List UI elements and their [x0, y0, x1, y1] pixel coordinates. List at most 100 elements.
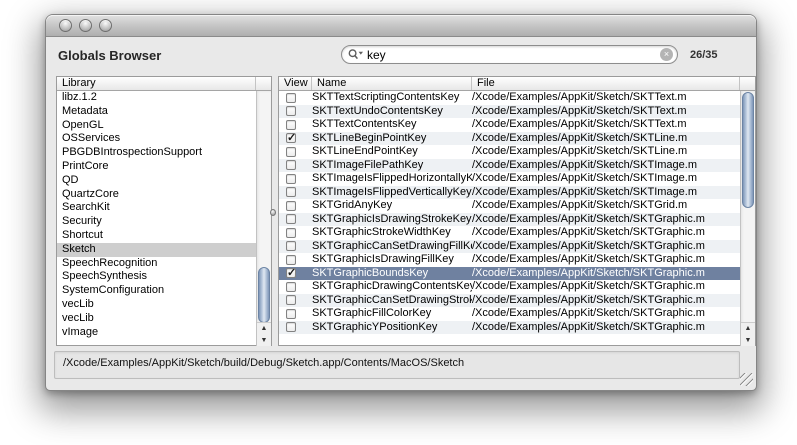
table-row[interactable]: ✓SKTGraphicBoundsKey/Xcode/Examples/AppK… [279, 267, 740, 281]
global-file: /Xcode/Examples/AppKit/Sketch/SKTGraphic… [472, 253, 740, 267]
sidebar-item-speechrecognition[interactable]: SpeechRecognition [57, 257, 256, 271]
globals-pane: View Name File SKTTextScriptingContentsK… [278, 76, 756, 346]
minimize-button[interactable] [79, 19, 92, 32]
search-icon[interactable] [347, 48, 364, 61]
view-checkbox[interactable] [286, 255, 296, 265]
table-row[interactable]: SKTGraphicIsDrawingFillKey/Xcode/Example… [279, 253, 740, 267]
global-name: SKTGraphicIsDrawingFillKey [312, 253, 472, 267]
sidebar-item-pbgdbintrospectionsupport[interactable]: PBGDBIntrospectionSupport [57, 146, 256, 160]
sidebar-item-sketch[interactable]: Sketch [57, 243, 256, 257]
global-file: /Xcode/Examples/AppKit/Sketch/SKTGraphic… [472, 294, 740, 308]
globals-browser-window: Globals Browser × 26/35 Library libz.1.2… [45, 14, 757, 391]
scroll-up-icon[interactable]: ▲ [741, 323, 755, 335]
table-row[interactable]: SKTTextContentsKey/Xcode/Examples/AppKit… [279, 118, 740, 132]
search-field[interactable]: × [341, 45, 678, 64]
sidebar-item-systemconfiguration[interactable]: SystemConfiguration [57, 284, 256, 298]
sidebar-item-quartzcore[interactable]: QuartzCore [57, 188, 256, 202]
sidebar-item-speechsynthesis[interactable]: SpeechSynthesis [57, 270, 256, 284]
table-row[interactable]: SKTImageFilePathKey/Xcode/Examples/AppKi… [279, 159, 740, 173]
table-row[interactable]: SKTTextScriptingContentsKey/Xcode/Exampl… [279, 91, 740, 105]
globals-table-body: SKTTextScriptingContentsKey/Xcode/Exampl… [279, 91, 740, 346]
view-checkbox[interactable] [286, 187, 296, 197]
table-row[interactable]: SKTGraphicCanSetDrawingStrokeKey/Xcode/E… [279, 294, 740, 308]
table-row[interactable]: ✓SKTLineBeginPointKey/Xcode/Examples/App… [279, 132, 740, 146]
table-row[interactable]: SKTGraphicDrawingContentsKey/Xcode/Examp… [279, 280, 740, 294]
title-bar[interactable] [46, 15, 756, 37]
search-input[interactable] [364, 48, 660, 62]
sidebar-item-metadata[interactable]: Metadata [57, 105, 256, 119]
global-file: /Xcode/Examples/AppKit/Sketch/SKTLine.m [472, 145, 740, 159]
sidebar-item-searchkit[interactable]: SearchKit [57, 201, 256, 215]
table-row[interactable]: SKTGraphicCanSetDrawingFillKey/Xcode/Exa… [279, 240, 740, 254]
view-checkbox[interactable] [286, 93, 296, 103]
sidebar-item-opengl[interactable]: OpenGL [57, 119, 256, 133]
column-header-library[interactable]: Library [57, 77, 256, 90]
close-button[interactable] [59, 19, 72, 32]
view-checkbox[interactable]: ✓ [286, 133, 296, 143]
match-counter: 26/35 [690, 49, 718, 61]
view-checkbox[interactable]: ✓ [286, 268, 296, 278]
global-file: /Xcode/Examples/AppKit/Sketch/SKTGraphic… [472, 267, 740, 281]
view-checkbox[interactable] [286, 228, 296, 238]
table-row[interactable]: SKTGridAnyKey/Xcode/Examples/AppKit/Sket… [279, 199, 740, 213]
global-file: /Xcode/Examples/AppKit/Sketch/SKTGraphic… [472, 307, 740, 321]
view-checkbox[interactable] [286, 295, 296, 305]
clear-search-icon[interactable]: × [660, 48, 673, 61]
global-name: SKTLineBeginPointKey [312, 132, 472, 146]
global-file: /Xcode/Examples/AppKit/Sketch/SKTGraphic… [472, 240, 740, 254]
sidebar-item-security[interactable]: Security [57, 215, 256, 229]
global-file: /Xcode/Examples/AppKit/Sketch/SKTGraphic… [472, 226, 740, 240]
view-checkbox[interactable] [286, 241, 296, 251]
view-checkbox[interactable] [286, 106, 296, 116]
view-checkbox[interactable] [286, 282, 296, 292]
library-scrollbar[interactable]: ▲ ▼ [256, 91, 271, 346]
table-row[interactable]: SKTTextUndoContentsKey/Xcode/Examples/Ap… [279, 105, 740, 119]
scroll-up-icon[interactable]: ▲ [257, 323, 271, 335]
view-checkbox[interactable] [286, 201, 296, 211]
view-checkbox[interactable] [286, 147, 296, 157]
global-file: /Xcode/Examples/AppKit/Sketch/SKTGraphic… [472, 280, 740, 294]
sidebar-item-printcore[interactable]: PrintCore [57, 160, 256, 174]
view-checkbox[interactable] [286, 322, 296, 332]
sidebar-item-veclib[interactable]: vecLib [57, 312, 256, 326]
table-row[interactable]: SKTGraphicYPositionKey/Xcode/Examples/Ap… [279, 321, 740, 335]
library-scroll-thumb[interactable] [258, 267, 270, 323]
sidebar-item-osservices[interactable]: OSServices [57, 132, 256, 146]
table-row[interactable]: SKTGraphicIsDrawingStrokeKey/Xcode/Examp… [279, 213, 740, 227]
global-file: /Xcode/Examples/AppKit/Sketch/SKTGraphic… [472, 321, 740, 335]
view-checkbox[interactable] [286, 174, 296, 184]
global-file: /Xcode/Examples/AppKit/Sketch/SKTGrid.m [472, 199, 740, 213]
sidebar-item-libz.1.2[interactable]: libz.1.2 [57, 91, 256, 105]
table-row[interactable]: SKTImageIsFlippedVerticallyKey/Xcode/Exa… [279, 186, 740, 200]
global-name: SKTTextUndoContentsKey [312, 105, 472, 119]
table-row[interactable]: SKTLineEndPointKey/Xcode/Examples/AppKit… [279, 145, 740, 159]
zoom-button[interactable] [99, 19, 112, 32]
splitter-handle[interactable] [270, 209, 276, 216]
sidebar-item-shortcut[interactable]: Shortcut [57, 229, 256, 243]
scroll-down-icon[interactable]: ▼ [741, 335, 755, 346]
sidebar-item-vimage[interactable]: vImage [57, 326, 256, 340]
globals-scroll-thumb[interactable] [742, 92, 754, 208]
column-header-file[interactable]: File [472, 77, 740, 90]
table-row[interactable]: SKTGraphicFillColorKey/Xcode/Examples/Ap… [279, 307, 740, 321]
global-name: SKTImageFilePathKey [312, 159, 472, 173]
sidebar-item-veclib[interactable]: vecLib [57, 298, 256, 312]
resize-grip[interactable] [740, 373, 753, 386]
view-checkbox[interactable] [286, 120, 296, 130]
global-name: SKTGridAnyKey [312, 199, 472, 213]
view-checkbox[interactable] [286, 309, 296, 319]
table-row[interactable]: SKTImageIsFlippedHorizontallyKey/Xcode/E… [279, 172, 740, 186]
column-header-name[interactable]: Name [312, 77, 472, 90]
view-checkbox[interactable] [286, 160, 296, 170]
table-row[interactable]: SKTGraphicStrokeWidthKey/Xcode/Examples/… [279, 226, 740, 240]
globals-scrollbar[interactable]: ▲ ▼ [740, 91, 755, 346]
global-file: /Xcode/Examples/AppKit/Sketch/SKTText.m [472, 105, 740, 119]
column-header-corner [740, 77, 755, 90]
global-name: SKTGraphicDrawingContentsKey [312, 280, 472, 294]
column-header-view[interactable]: View [279, 77, 312, 90]
global-name: SKTGraphicFillColorKey [312, 307, 472, 321]
view-checkbox[interactable] [286, 214, 296, 224]
sidebar-item-qd[interactable]: QD [57, 174, 256, 188]
scroll-down-icon[interactable]: ▼ [257, 335, 271, 346]
global-name: SKTLineEndPointKey [312, 145, 472, 159]
